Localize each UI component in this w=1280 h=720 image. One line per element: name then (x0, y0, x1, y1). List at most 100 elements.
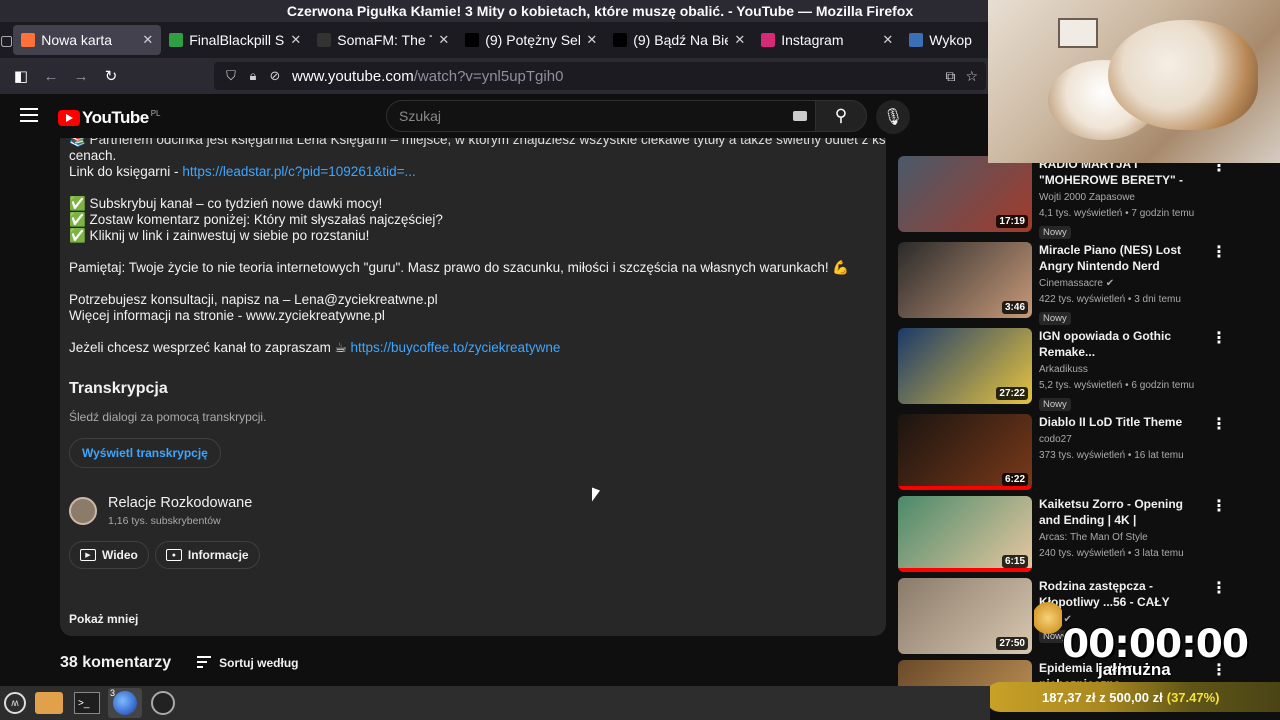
show-transcript-button[interactable]: Wyświetl transkrypcję (69, 438, 221, 468)
video-channel[interactable]: Arkadikuss (1039, 364, 1088, 375)
search-placeholder: Szukaj (399, 108, 442, 124)
buycoffee-link[interactable]: https://buycoffee.to/zyciekreatywne (350, 340, 560, 355)
instagram-icon (761, 33, 776, 47)
taskbar-terminal[interactable]: >_ (70, 688, 104, 718)
support-label: Jeżeli chcesz wesprzeć kanał to zaprasza… (69, 340, 351, 355)
browser-tab[interactable]: Wykop (901, 22, 990, 58)
donation-goal-bar: 187,37 zł z 500,00 zł (37.47%) (986, 682, 1280, 712)
start-menu-button[interactable]: ʍ (2, 688, 28, 718)
sidebar-toggle-icon[interactable]: ◧ (6, 61, 36, 91)
browser-tab[interactable]: Instagram ✕ (753, 22, 901, 58)
firefox-icon (21, 33, 36, 47)
video-thumbnail[interactable]: 6:15 (898, 496, 1032, 572)
channel-info[interactable]: Relacje Rozkodowane 1,16 tys. subskryben… (69, 495, 252, 527)
tracking-protection-icon[interactable]: ⛉ (220, 68, 242, 84)
browser-tab[interactable]: (9) Potężny Seb ✕ (457, 22, 605, 58)
video-channel[interactable]: codo27 (1039, 434, 1072, 445)
video-description: 📚 Partnerem odcinka jest księgarnia Lena… (60, 138, 886, 636)
x-icon (613, 33, 628, 47)
video-title[interactable]: Rodzina zastępcza - Kłopotliwy ...56 - C… (1039, 578, 1199, 610)
list-all-tabs-icon[interactable]: ▢ (0, 22, 13, 58)
close-tab-icon[interactable]: ✕ (290, 32, 301, 48)
channel-about-button[interactable]: ● Informacje (154, 541, 260, 569)
related-video-item[interactable]: 6:22 Diablo II LoD Title Theme codo27 373 t… (898, 414, 1228, 494)
lock-icon[interactable]: 🔒︎ (242, 68, 264, 84)
video-meta: 422 tys. wyświetleń • 3 dni temu (1039, 294, 1181, 305)
donation-mascot-icon (1034, 596, 1062, 640)
description-line: ✅ Kliknij w link i zainwestuj w siebie p… (69, 228, 370, 243)
keyboard-icon[interactable] (793, 111, 807, 121)
description-line: Potrzebujesz konsultacji, napisz na – Le… (69, 292, 438, 307)
browser-tab[interactable]: (9) Bądź Na Bie ✕ (605, 22, 753, 58)
video-thumbnail[interactable]: 3:46 (898, 242, 1032, 318)
channel-name[interactable]: Relacje Rozkodowane (108, 495, 252, 511)
close-tab-icon[interactable]: ✕ (734, 32, 745, 48)
new-badge: Nowy (1039, 226, 1071, 239)
video-title[interactable]: Kaiketsu Zorro - Opening and Ending | 4K… (1039, 496, 1199, 528)
bookmark-star-icon[interactable]: ☆ (965, 68, 978, 85)
video-thumbnail[interactable]: 27:22 (898, 328, 1032, 404)
wall-frame (1058, 18, 1098, 48)
forward-button[interactable]: → (66, 61, 96, 91)
about-label: Informacje (187, 548, 249, 562)
tab-strip: ▢ Nowa karta ✕ FinalBlackpill St ✕ SomaFM: T… (0, 22, 990, 58)
x-icon (465, 33, 480, 47)
close-tab-icon[interactable]: ✕ (438, 32, 449, 48)
youtube-logo[interactable]: YouTube PL (58, 108, 161, 128)
guide-menu-icon[interactable] (20, 108, 38, 122)
url-bar[interactable]: ⛉ 🔒︎ ⊘ www.youtube.com/watch?v=ynl5upTgi… (214, 62, 986, 90)
channel-videos-button[interactable]: ▶ Wideo (69, 541, 149, 569)
related-videos: 17:19 RADIO MARYJA I "MOHEROWE BERETY" - … (898, 94, 1228, 686)
video-thumbnail[interactable]: 6:22 (898, 414, 1032, 490)
sort-comments-button[interactable]: Sortuj według (197, 655, 299, 671)
more-options-icon[interactable]: ⋮ (1211, 414, 1227, 434)
folder-icon (35, 692, 63, 714)
video-duration: 3:46 (1001, 301, 1028, 314)
search-input[interactable]: Szukaj (386, 100, 816, 132)
browser-tab[interactable]: FinalBlackpill St ✕ (161, 22, 309, 58)
obs-icon (151, 691, 175, 715)
more-options-icon[interactable]: ⋮ (1211, 578, 1227, 598)
taskbar-files[interactable] (32, 688, 66, 718)
taskbar-firefox[interactable]: 3 (108, 688, 142, 718)
channel-avatar[interactable] (69, 497, 97, 525)
close-tab-icon[interactable]: ✕ (142, 32, 153, 48)
back-button[interactable]: ← (36, 61, 66, 91)
video-channel[interactable]: Arcas: The Man Of Style (1039, 532, 1148, 543)
video-thumbnail[interactable]: 17:19 (898, 156, 1032, 232)
more-options-icon[interactable]: ⋮ (1211, 328, 1227, 348)
related-video-item[interactable]: 17:19 RADIO MARYJA I "MOHEROWE BERETY" - … (898, 156, 1228, 239)
description-line: Więcej informacji na stronie - www.zycie… (69, 308, 385, 323)
video-title[interactable]: Miracle Piano (NES) Lost Angry Nintendo … (1039, 242, 1199, 274)
video-channel[interactable]: Wojti 2000 Zapasowe (1039, 192, 1135, 203)
video-channel-name: Arkadikuss (1039, 364, 1088, 375)
more-options-icon[interactable]: ⋮ (1211, 242, 1227, 262)
show-less-button[interactable]: Pokaż mniej (69, 612, 138, 626)
bookstore-link[interactable]: https://leadstar.pl/c?pid=109261&tid=... (182, 164, 415, 179)
close-tab-icon[interactable]: ✕ (882, 32, 893, 48)
window-title: Czerwona Pigułka Kłamie! 3 Mity o kobiet… (286, 3, 914, 19)
video-duration: 6:22 (1001, 473, 1028, 486)
video-title[interactable]: IGN opowiada o Gothic Remake... (1039, 328, 1199, 360)
reload-button[interactable]: ↻ (96, 61, 126, 91)
related-video-item[interactable]: 6:15 Kaiketsu Zorro - Opening and Ending … (898, 496, 1228, 576)
taskbar-obs[interactable] (146, 688, 180, 718)
browser-tab[interactable]: Nowa karta ✕ (13, 25, 162, 55)
search-button[interactable]: ⚲ (815, 100, 867, 132)
url-text[interactable]: www.youtube.com/watch?v=ynl5upTgih0 (292, 68, 563, 85)
somafm-icon (317, 33, 332, 47)
video-channel[interactable]: Cinemassacre ✔ (1039, 278, 1114, 289)
video-meta: 373 tys. wyświetleń • 16 lat temu (1039, 450, 1184, 461)
video-thumbnail[interactable]: 27:50 (898, 578, 1032, 654)
finalblackpill-icon (169, 33, 184, 47)
picture-in-picture-icon[interactable]: ⧉ (945, 68, 955, 85)
video-title[interactable]: Diablo II LoD Title Theme (1039, 414, 1199, 430)
more-options-icon[interactable]: ⋮ (1211, 496, 1227, 516)
browser-tab[interactable]: SomaFM: The T ✕ (309, 22, 457, 58)
close-tab-icon[interactable]: ✕ (586, 32, 597, 48)
transcript-subtitle: Śledź dialogi za pomocą transkrypcji. (69, 410, 267, 424)
related-video-item[interactable]: 3:46 Miracle Piano (NES) Lost Angry Ninte… (898, 242, 1228, 325)
video-channel-name: codo27 (1039, 434, 1072, 445)
autoplay-blocked-icon[interactable]: ⊘ (264, 68, 286, 84)
related-video-item[interactable]: 27:22 IGN opowiada o Gothic Remake... Arka… (898, 328, 1228, 411)
